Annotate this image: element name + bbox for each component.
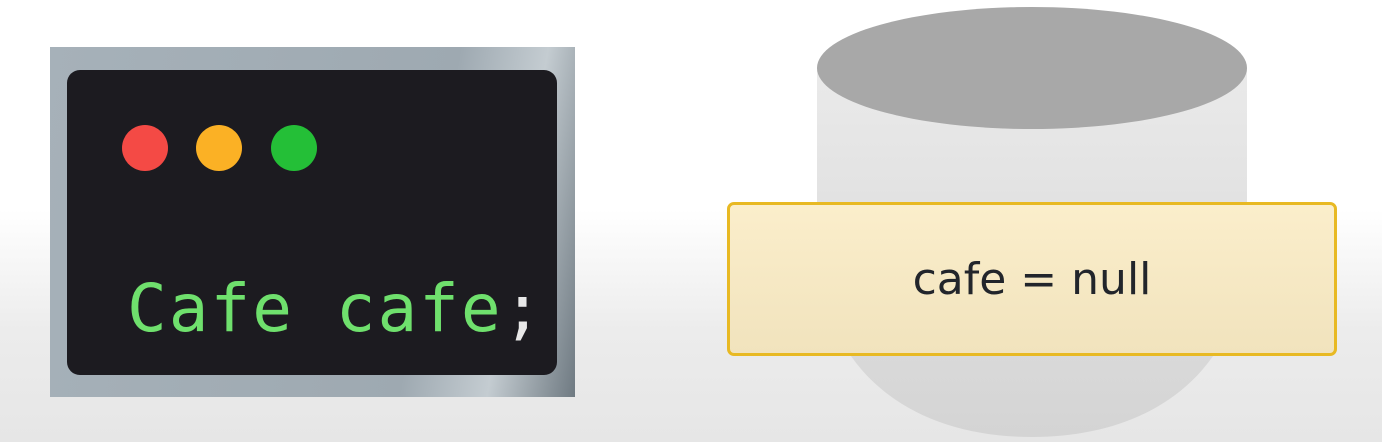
null-reference-label: cafe = null: [727, 202, 1337, 356]
cup-top: [817, 7, 1247, 129]
null-reference-text: cafe = null: [912, 253, 1152, 305]
